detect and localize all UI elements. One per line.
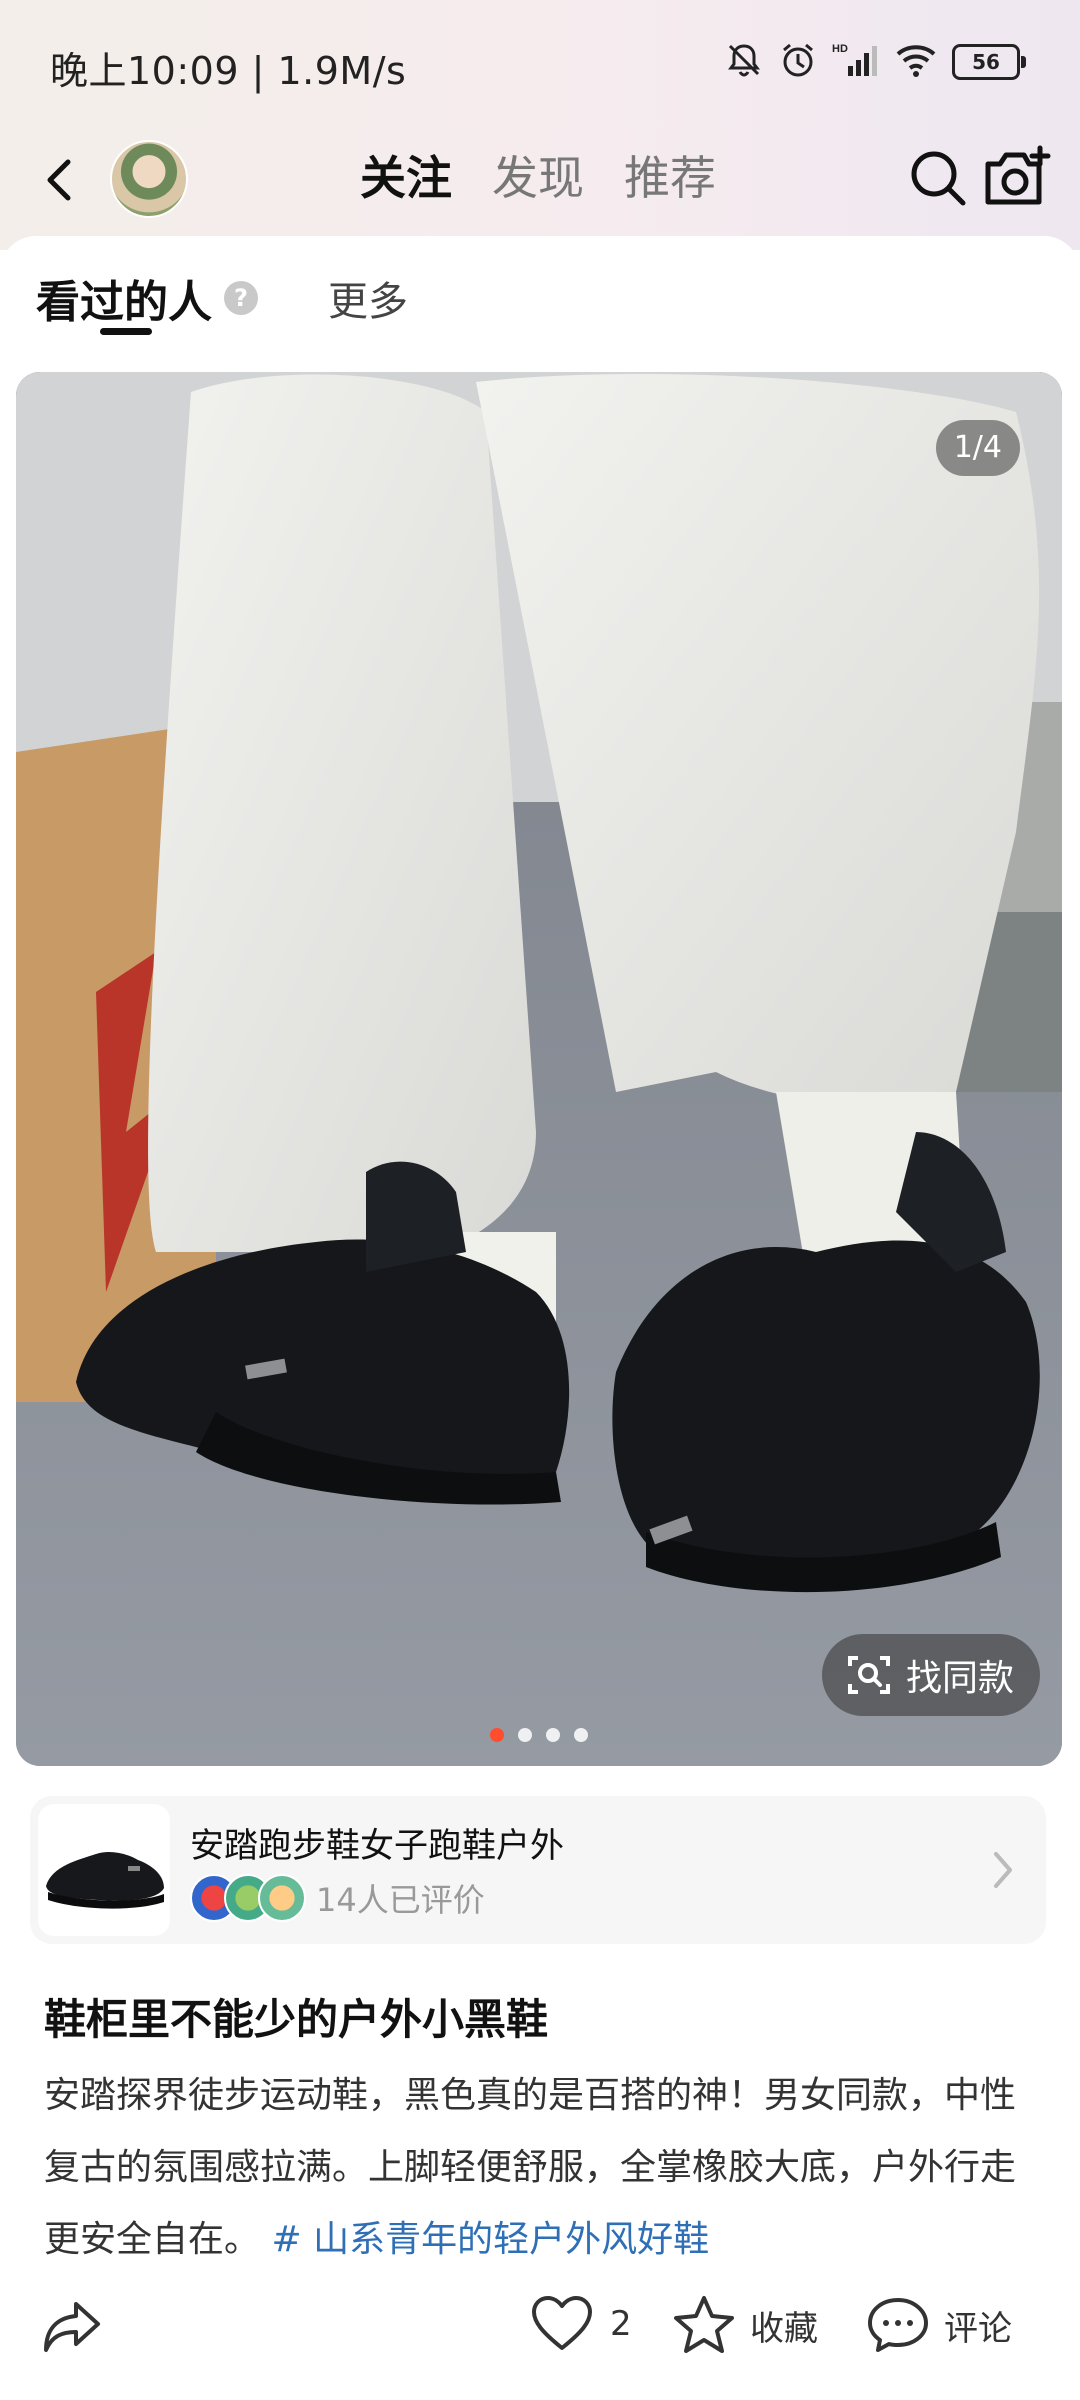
pagination-dot xyxy=(574,1728,588,1742)
status-time: 晚上10:09 | 1.9M/s xyxy=(50,49,407,93)
product-thumbnail xyxy=(38,1804,170,1936)
feed-tabs: 关注 发现 推荐 xyxy=(360,142,716,208)
reviewer-avatar xyxy=(258,1874,306,1922)
action-bar: 2 收藏 评论 xyxy=(0,2284,1080,2374)
find-same-button[interactable]: 找同款 xyxy=(821,1634,1040,1716)
tab-following[interactable]: 关注 xyxy=(360,142,452,208)
comment-button[interactable]: 评论 xyxy=(866,2294,1012,2356)
chevron-left-icon xyxy=(47,159,71,201)
wifi-icon xyxy=(894,40,938,84)
post-body: 安踏探界徒步运动鞋，黑色真的是百搭的神！男女同款，中性复古的氛围感拉满。上脚轻便… xyxy=(44,2060,1044,2276)
subtab-row: 看过的人 ? 更多 xyxy=(36,266,408,330)
subtab-active-indicator xyxy=(100,328,152,335)
status-icons: HD 56 xyxy=(724,40,1026,84)
photo-page-indicator: 1/4 xyxy=(935,420,1020,476)
share-button[interactable] xyxy=(40,2294,106,2360)
mute-icon xyxy=(724,40,764,84)
shoe-photo-image xyxy=(16,372,1062,1766)
battery-indicator: 56 xyxy=(952,44,1026,80)
help-icon[interactable]: ? xyxy=(224,281,258,315)
status-bar: 晚上10:09 | 1.9M/s HD 56 xyxy=(0,0,1080,120)
search-button[interactable] xyxy=(906,146,970,210)
post-photo[interactable]: 1/4 找同款 xyxy=(16,372,1062,1766)
heart-icon xyxy=(532,2296,592,2350)
product-title: 安踏跑步鞋女子跑鞋户外 xyxy=(190,1826,564,1866)
tab-recommend[interactable]: 推荐 xyxy=(624,142,716,208)
product-reviews: 14人已评价 xyxy=(190,1874,485,1922)
comment-label: 评论 xyxy=(944,2308,1012,2349)
alarm-icon xyxy=(778,40,818,84)
star-icon xyxy=(674,2296,734,2353)
like-button[interactable]: 2 xyxy=(530,2294,632,2354)
pagination-dot-active xyxy=(490,1728,504,1742)
signal-icon: HD xyxy=(832,40,880,84)
post-hashtag[interactable]: # 山系青年的轻户外风好鞋 xyxy=(271,2219,709,2260)
post-title: 鞋柜里不能少的户外小黑鞋 xyxy=(44,1995,549,2044)
photo-pagination-dots xyxy=(16,1728,1062,1742)
product-card[interactable]: 安踏跑步鞋女子跑鞋户外 14人已评价 xyxy=(30,1796,1046,1944)
comment-icon xyxy=(868,2298,928,2352)
share-icon xyxy=(44,2302,100,2352)
user-avatar[interactable] xyxy=(110,140,188,218)
tab-discover[interactable]: 发现 xyxy=(492,142,584,208)
search-icon xyxy=(911,151,966,206)
pagination-dot xyxy=(518,1728,532,1742)
scan-search-icon xyxy=(847,1656,890,1694)
pagination-dot xyxy=(546,1728,560,1742)
back-button[interactable] xyxy=(28,148,92,212)
subtab-viewed-people[interactable]: 看过的人 xyxy=(36,266,212,330)
like-count: 2 xyxy=(610,2304,632,2344)
find-same-label: 找同款 xyxy=(905,1658,1014,1699)
top-nav: 关注 发现 推荐 xyxy=(0,130,1080,230)
camera-button[interactable] xyxy=(982,144,1052,212)
chevron-right-icon xyxy=(988,1844,1018,1896)
review-count: 14人已评价 xyxy=(316,1881,485,1919)
favorite-label: 收藏 xyxy=(750,2308,818,2349)
subtab-more[interactable]: 更多 xyxy=(328,269,408,327)
shoe-thumbnail-image xyxy=(46,1852,164,1909)
favorite-button[interactable]: 收藏 xyxy=(672,2294,818,2356)
network-label: HD xyxy=(832,43,848,55)
camera-plus-icon xyxy=(985,145,1051,205)
